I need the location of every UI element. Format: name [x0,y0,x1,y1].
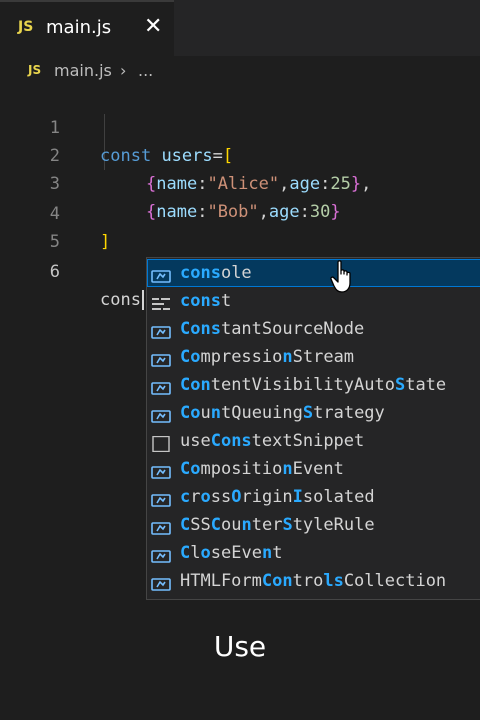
variable-icon [151,321,171,339]
code-line[interactable]: 3 {name:"Bob",age:30} [0,142,480,222]
variable-icon [151,517,171,535]
suggestion-item[interactable]: console [147,259,480,287]
variable-icon [151,573,171,591]
close-icon[interactable]: ✕ [144,14,162,40]
suggestion-item[interactable]: ConstantSourceNode [147,315,480,343]
code-line[interactable]: 1 const users=[ [0,86,480,166]
breadcrumb: JS main.js › ... [0,56,480,88]
breadcrumb-file[interactable]: main.js [54,61,112,80]
tab-label: main.js [46,17,112,38]
suggestion-item[interactable]: useConstextSnippet [147,427,480,455]
snippet-icon [151,433,171,453]
suggestion-label: crossOriginIsolated [180,487,375,507]
suggestion-label: CloseEvent [180,543,283,563]
code-line[interactable]: 2 {name:"Alice",age:25}, [0,114,480,194]
variable-icon [151,489,171,507]
suggestion-item[interactable]: HTMLFormControlsCollection [147,567,480,595]
suggestion-item[interactable]: CloseEvent [147,539,480,567]
variable-icon [151,349,171,367]
suggest-widget[interactable]: console const ConstantSourceNode Compressio… [146,257,480,600]
variable-icon [151,377,171,395]
variable-icon [151,265,171,283]
line-number: 6 [49,262,60,282]
typed-text: cons [100,290,141,310]
suggestion-item[interactable]: CSSCounterStyleRule [147,511,480,539]
chevron-right-icon: › [120,61,127,80]
suggestion-label: HTMLFormControlsCollection [180,571,447,591]
editor-tab-bar: JS main.js ✕ [0,0,480,56]
suggestion-item[interactable]: ContentVisibilityAutoState [147,371,480,399]
javascript-file-icon: JS [18,19,34,35]
suggestion-label: ContentVisibilityAutoState [180,375,447,395]
tab-main-js[interactable]: JS main.js ✕ [0,0,174,56]
code-line-active[interactable]: 6 cons [0,230,480,310]
suggestion-item[interactable]: crossOriginIsolated [147,483,480,511]
suggestion-label: const [180,291,232,311]
suggestion-label: console [180,263,252,283]
breadcrumb-symbols[interactable]: ... [138,61,153,80]
javascript-file-icon: JS [28,63,42,77]
suggestion-item[interactable]: CompositionEvent [147,455,480,483]
suggestion-label: ConstantSourceNode [180,319,365,339]
code-line[interactable]: 5 [0,200,480,252]
suggestion-label: CompositionEvent [180,459,344,479]
suggestion-item[interactable]: CompressionStream [147,343,480,371]
variable-icon [151,405,171,423]
suggestion-label: CompressionStream [180,347,355,367]
suggestion-item[interactable]: CountQueuingStrategy [147,399,480,427]
keyword-icon [151,293,171,310]
text-cursor [141,290,144,310]
code-text: cons [100,286,144,314]
variable-icon [151,461,171,479]
suggestion-label: CSSCounterStyleRule [180,515,375,535]
code-line[interactable]: 4 ] [0,172,480,252]
suggestion-label: CountQueuingStrategy [180,403,385,423]
suggestion-item[interactable]: const [147,287,480,315]
suggestion-label: useConstextSnippet [180,431,365,451]
video-caption: Use [213,630,267,663]
variable-icon [151,545,171,563]
hand-pointer-icon [330,260,351,293]
